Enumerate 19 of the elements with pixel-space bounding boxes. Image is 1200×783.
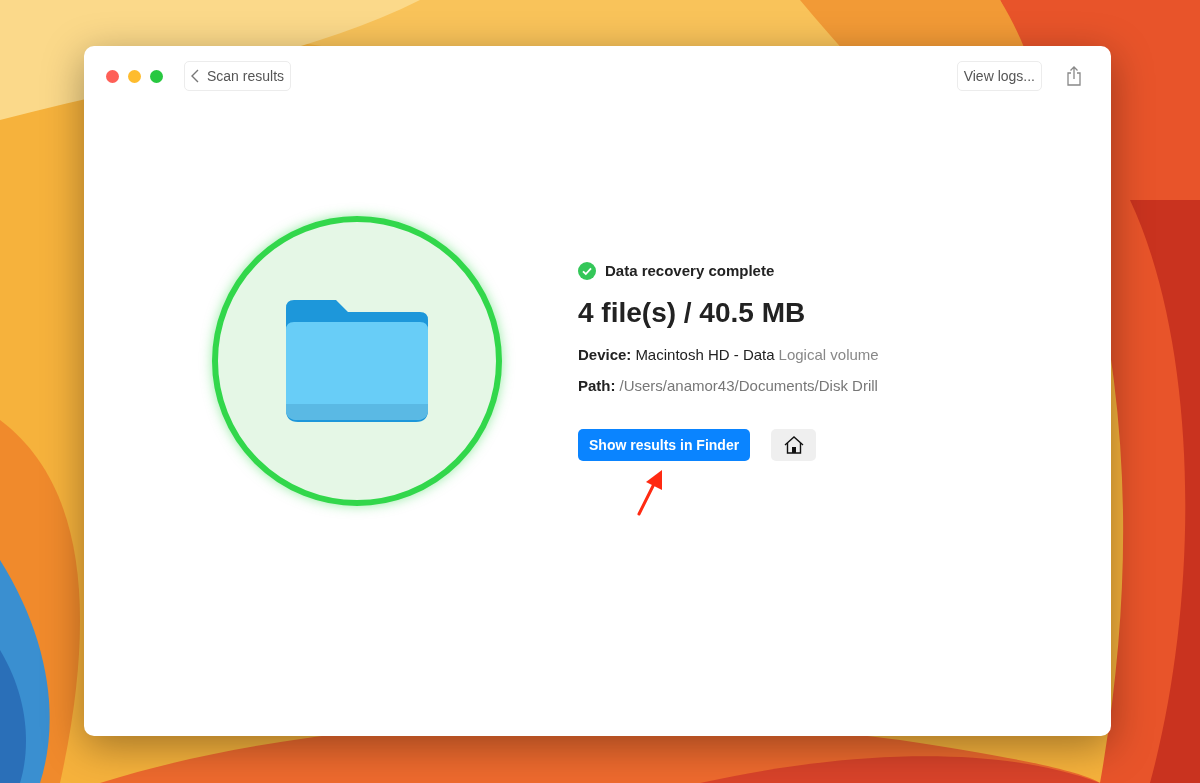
close-button[interactable] (106, 69, 119, 83)
status-text: Data recovery complete (605, 260, 775, 281)
zoom-button[interactable] (150, 69, 163, 83)
detail-note: Logical volume (778, 345, 879, 366)
summary-heading: 4 file(s) / 40.5 MB (578, 296, 807, 331)
share-icon (1065, 66, 1083, 86)
detail-value: Macintosh HD - Data (635, 345, 775, 366)
show-in-finder-button[interactable]: Show results in Finder (578, 429, 751, 462)
folder-icon (286, 299, 428, 422)
chevron-left-icon (191, 69, 199, 83)
back-button[interactable]: Scan results (184, 61, 292, 91)
view-logs-button[interactable]: View logs... (956, 61, 1042, 91)
home-button[interactable] (771, 429, 817, 462)
detail-value: /Users/anamor43/Documents/Disk Drill (619, 375, 878, 396)
check-circle-icon (578, 262, 596, 280)
minimize-button[interactable] (128, 69, 141, 83)
home-icon (783, 436, 804, 455)
detail-label: Path: (578, 375, 616, 396)
detail-label: Device: (578, 345, 632, 366)
